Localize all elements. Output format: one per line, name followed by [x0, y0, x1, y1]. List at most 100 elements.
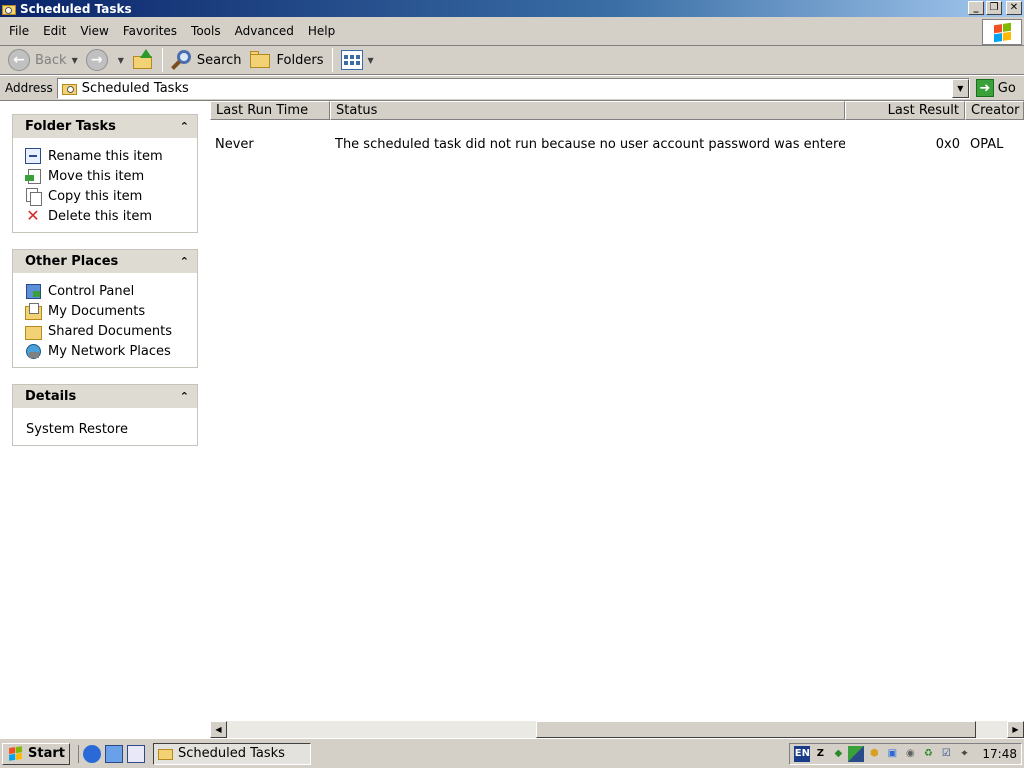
scheduler-tray-icon[interactable]: ☑ [938, 746, 954, 762]
column-status[interactable]: Status [330, 101, 845, 120]
folders-button[interactable]: Folders [246, 47, 328, 73]
column-creator[interactable]: Creator [965, 101, 1024, 120]
my-network-places-link[interactable]: My Network Places [25, 341, 197, 361]
column-last-run-time[interactable]: Last Run Time [210, 101, 330, 120]
views-button[interactable]: ▼ [337, 47, 378, 73]
update-icon[interactable]: ♻ [920, 746, 936, 762]
my-documents-link[interactable]: My Documents [25, 301, 197, 321]
shared-documents-label: Shared Documents [48, 323, 173, 339]
internet-explorer-icon[interactable] [82, 744, 101, 763]
menu-edit[interactable]: Edit [36, 24, 73, 38]
taskbar: Start Scheduled Tasks EN Z ◆ ⬢ ▣ ◉ ♻ ☑ ⌖… [0, 738, 1024, 768]
go-button[interactable]: ➜ Go [975, 79, 1016, 97]
delete-item-label: Delete this item [48, 208, 153, 224]
back-button[interactable]: ← Back ▼ [4, 47, 82, 73]
folders-label: Folders [276, 52, 324, 68]
title-bar[interactable]: Scheduled Tasks _ ❐ ✕ [0, 0, 1024, 17]
table-row[interactable]: Never The scheduled task did not run bec… [210, 137, 1024, 155]
copy-item-link[interactable]: Copy this item [25, 186, 197, 206]
scroll-thumb[interactable] [536, 721, 976, 738]
forward-button[interactable]: → ▼ [82, 47, 128, 73]
other-places-header[interactable]: Other Places ⌃ [13, 250, 197, 273]
move-item-label: Move this item [48, 168, 145, 184]
menu-help[interactable]: Help [301, 24, 342, 38]
menu-bar: File Edit View Favorites Tools Advanced … [0, 17, 1024, 46]
details-header[interactable]: Details ⌃ [13, 385, 197, 408]
cell-last-run: Never [215, 137, 254, 152]
address-value: Scheduled Tasks [81, 80, 189, 96]
close-button[interactable]: ✕ [1006, 1, 1022, 15]
my-documents-label: My Documents [48, 303, 146, 319]
monitor-icon[interactable]: ▣ [884, 746, 900, 762]
rename-item-link[interactable]: Rename this item [25, 146, 197, 166]
shared-documents-link[interactable]: Shared Documents [25, 321, 197, 341]
copy-item-label: Copy this item [48, 188, 143, 204]
media-player-icon[interactable] [126, 744, 145, 763]
cell-creator: OPAL [970, 137, 1004, 152]
go-label: Go [997, 80, 1016, 96]
move-icon [25, 168, 41, 184]
standard-toolbar: ← Back ▼ → ▼ Search Folders ▼ [0, 46, 1024, 75]
folder-tasks-panel: Folder Tasks ⌃ Rename this item Move thi… [12, 114, 198, 233]
delete-item-link[interactable]: ✕ Delete this item [25, 206, 197, 226]
taskbar-clock[interactable]: 17:48 [982, 747, 1017, 761]
show-desktop-icon[interactable] [104, 744, 123, 763]
shared-folder-icon [25, 323, 42, 340]
collapse-chevron-icon[interactable]: ⌃ [180, 390, 189, 403]
back-arrow-icon: ← [8, 49, 30, 71]
back-label: Back [35, 52, 67, 68]
collapse-chevron-icon[interactable]: ⌃ [180, 255, 189, 268]
details-panel: Details ⌃ System Restore [12, 384, 198, 446]
my-network-places-label: My Network Places [48, 343, 171, 359]
restore-button[interactable]: ❐ [986, 1, 1002, 15]
folder-up-icon [132, 49, 154, 71]
start-button[interactable]: Start [2, 742, 70, 765]
network-places-icon [25, 343, 41, 359]
copy-icon [25, 188, 42, 206]
menu-tools[interactable]: Tools [184, 24, 228, 38]
menu-favorites[interactable]: Favorites [116, 24, 184, 38]
address-input[interactable]: Scheduled Tasks ▼ [56, 77, 970, 99]
scheduled-tasks-folder-icon [61, 82, 78, 95]
go-arrow-icon: ➜ [975, 79, 994, 97]
network-diamond-icon[interactable]: ◆ [830, 746, 846, 762]
hexagon-app-icon[interactable]: ⬢ [866, 746, 882, 762]
zonealarm-icon[interactable]: Z [812, 746, 828, 762]
folder-tasks-header[interactable]: Folder Tasks ⌃ [13, 115, 197, 138]
task-list-view[interactable]: Last Run Time Status Last Result Creator… [210, 101, 1024, 721]
menu-view[interactable]: View [73, 24, 115, 38]
details-item-name: System Restore [26, 422, 128, 437]
address-dropdown-button[interactable]: ▼ [951, 78, 969, 98]
menu-file[interactable]: File [2, 24, 36, 38]
taskbar-scheduled-tasks-button[interactable]: Scheduled Tasks [152, 742, 311, 765]
collapse-chevron-icon[interactable]: ⌃ [180, 120, 189, 133]
language-indicator[interactable]: EN [794, 746, 811, 762]
system-tray: EN Z ◆ ⬢ ▣ ◉ ♻ ☑ ⌖ 17:48 [789, 743, 1022, 765]
column-headers: Last Run Time Status Last Result Creator [210, 101, 1024, 120]
connection-icon[interactable]: ⌖ [956, 746, 972, 762]
start-label: Start [28, 746, 65, 761]
menu-advanced[interactable]: Advanced [228, 24, 301, 38]
search-button[interactable]: Search [167, 47, 246, 73]
control-panel-label: Control Panel [48, 283, 135, 299]
horizontal-scrollbar[interactable]: ◀ ▶ [210, 721, 1024, 738]
control-panel-link[interactable]: Control Panel [25, 281, 197, 301]
scroll-right-button[interactable]: ▶ [1007, 721, 1024, 738]
search-icon [170, 49, 193, 71]
scroll-left-button[interactable]: ◀ [210, 721, 227, 738]
column-last-result[interactable]: Last Result [845, 101, 965, 120]
up-button[interactable] [128, 47, 158, 73]
details-title: Details [25, 389, 77, 404]
views-dropdown-icon[interactable]: ▼ [368, 56, 374, 65]
forward-arrow-icon: → [85, 49, 108, 71]
back-dropdown-icon[interactable]: ▼ [72, 56, 78, 65]
forward-dropdown-icon[interactable]: ▼ [118, 56, 124, 65]
minimize-button[interactable]: _ [968, 1, 984, 15]
move-item-link[interactable]: Move this item [25, 166, 197, 186]
disc-icon[interactable]: ◉ [902, 746, 918, 762]
security-shield-icon[interactable] [848, 746, 865, 762]
rename-item-label: Rename this item [48, 148, 163, 164]
other-places-panel: Other Places ⌃ Control Panel My Document… [12, 249, 198, 368]
rename-icon [25, 148, 41, 164]
quick-launch [77, 744, 145, 763]
